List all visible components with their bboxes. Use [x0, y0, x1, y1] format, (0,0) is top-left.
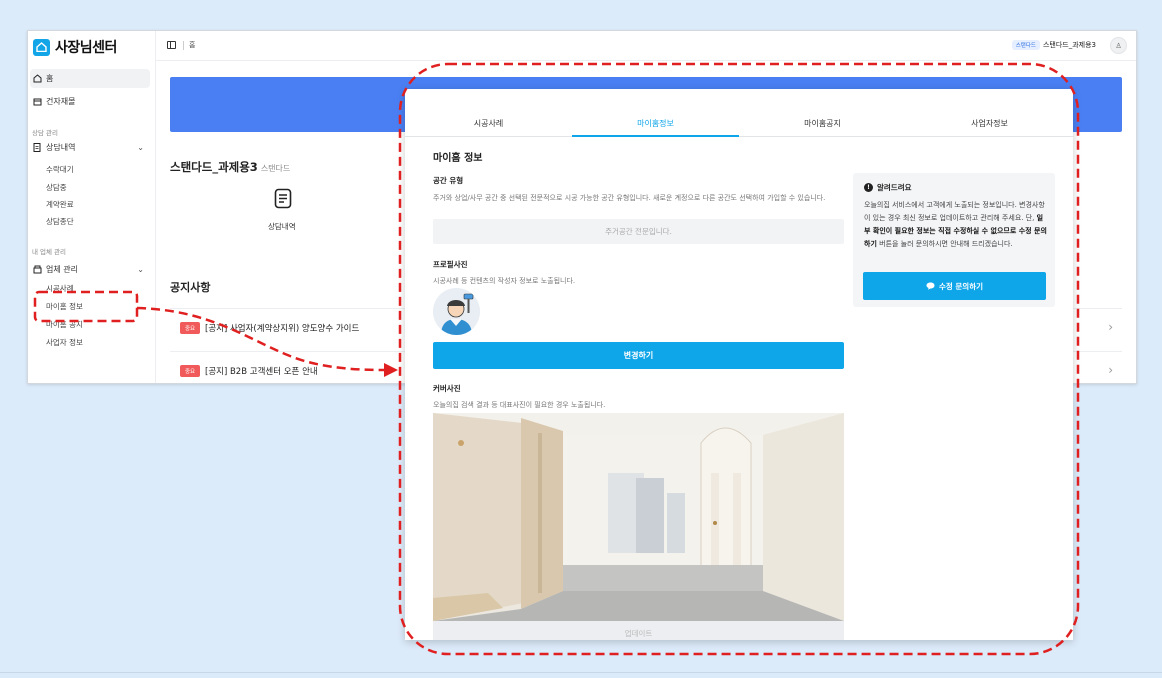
space-type-field: 주거공간 전문입니다. [433, 219, 844, 244]
company-name: 스탠다드_과제용3 스탠다드 [170, 159, 290, 175]
important-badge: 중요 [180, 322, 200, 334]
avatar[interactable]: ♙ [1110, 37, 1127, 54]
sidebar-sub-pending[interactable]: 수락대기 [46, 164, 74, 175]
tab-business-info[interactable]: 사업자정보 [906, 111, 1073, 136]
home-icon [32, 74, 42, 84]
myhome-info-popup: 시공사례 마이홈정보 마이홈공지 사업자정보 마이홈 정보 공간 유형 주거와 … [405, 89, 1073, 640]
info-title: ! 알려드려요 [864, 182, 912, 193]
company-name-text: 스탠다드_과제용3 [170, 160, 258, 174]
info-body: 오늘의집 서비스에서 고객에게 노출되는 정보입니다. 변경사항이 있는 경우 … [864, 199, 1048, 251]
sidebar-item-label: 건자재몰 [46, 97, 76, 106]
panel-toggle-icon[interactable] [167, 41, 176, 49]
sidebar-item-home[interactable]: 홈 [30, 69, 150, 88]
sidebar-sub-ended[interactable]: 상담종단 [46, 216, 74, 227]
notice-title: 공지사항 [170, 281, 211, 294]
group-label-consult: 상담 관리 [32, 129, 58, 137]
space-type-desc: 주거와 상업/사무 공간 중 선택된 전문적으로 시공 가능한 공간 유형입니다… [433, 194, 826, 202]
important-badge: 중요 [180, 365, 200, 377]
consult-history-label[interactable]: 상담내역 [268, 221, 296, 232]
tab-cases[interactable]: 시공사례 [405, 111, 572, 136]
cover-heading: 커버사진 [433, 384, 461, 393]
sidebar-item-label: 업체 관리 [46, 265, 78, 274]
topbar: 홈 스탠다드 스탠다드_과제용3 ♙ [156, 31, 1136, 61]
breadcrumb[interactable]: 홈 [189, 40, 195, 50]
company-tier: 스탠다드 [260, 164, 291, 173]
tab-bar: 시공사례 마이홈정보 마이홈공지 사업자정보 [405, 111, 1073, 137]
divider [0, 672, 1162, 673]
chevron-down-icon: ⌄ [137, 265, 144, 274]
space-type-heading: 공간 유형 [433, 176, 464, 185]
document-icon [32, 143, 42, 153]
sidebar-item-consult[interactable]: 상담내역 ⌄ [30, 138, 150, 157]
info-line1: 오늘의집 서비스에서 고객에게 노출되는 정보입니다. [864, 201, 1017, 209]
sidebar-sub-contracted[interactable]: 계약완료 [46, 199, 74, 210]
section-title: 마이홈 정보 [433, 153, 483, 164]
plan-badge: 스탠다드 [1011, 40, 1040, 50]
notice-text[interactable]: [공지] 사업자(계약상지위) 양도양수 가이드 [205, 322, 359, 334]
logo[interactable]: 사장님센터 [33, 37, 117, 57]
info-line3: 버튼을 눌러 문의하시면 안내해 드리겠습니다. [879, 240, 1013, 248]
store-icon [32, 97, 42, 107]
tab-myhome-info[interactable]: 마이홈정보 [572, 111, 739, 137]
sidebar-sub-myhome-notice[interactable]: 마이홈 공지 [46, 319, 83, 330]
sidebar: 사장님센터 홈 건자재몰 상담 관리 상담내역 ⌄ 수락대기 상담중 계약완료 … [28, 31, 156, 383]
sidebar-item-company[interactable]: 업체 관리 ⌄ [30, 260, 150, 279]
info-title-text: 알려드려요 [877, 183, 912, 192]
chevron-down-icon: ⌄ [137, 143, 144, 152]
notice-text[interactable]: [공지] B2B 고객센터 오픈 안내 [205, 365, 318, 377]
sidebar-item-label: 홈 [46, 74, 54, 83]
request-edit-label: 수정 문의하기 [938, 281, 983, 291]
divider [183, 41, 184, 50]
change-profile-button[interactable]: 변경하기 [433, 342, 844, 369]
sidebar-sub-business-info[interactable]: 사업자 정보 [46, 337, 83, 348]
profile-heading: 프로필사진 [433, 260, 468, 269]
house-logo-icon [33, 38, 50, 56]
profile-desc: 시공사례 등 컨텐츠의 작성자 정보로 노출됩니다. [433, 277, 576, 285]
user-icon: ♙ [1115, 41, 1122, 50]
chevron-right-icon: › [1108, 320, 1113, 334]
sidebar-sub-myhome-info[interactable]: 마이홈 정보 [46, 301, 83, 312]
request-edit-button[interactable]: 수정 문의하기 [863, 272, 1046, 300]
user-name[interactable]: 스탠다드_과제용3 [1043, 40, 1096, 50]
tab-myhome-notice[interactable]: 마이홈공지 [739, 111, 906, 136]
consult-history-icon[interactable] [274, 188, 292, 209]
notice-info-box: ! 알려드려요 오늘의집 서비스에서 고객에게 노출되는 정보입니다. 변경사항… [853, 173, 1055, 307]
update-cover-button[interactable]: 업데이트 [433, 621, 844, 640]
building-icon [32, 265, 42, 275]
sidebar-item-label: 상담내역 [46, 143, 76, 152]
sidebar-item-materials[interactable]: 건자재몰 [30, 92, 150, 111]
info-icon: ! [864, 183, 873, 192]
chevron-right-icon: › [1108, 363, 1113, 377]
group-label-company: 내 업체 관리 [32, 248, 67, 256]
cover-photo [433, 413, 844, 621]
sidebar-sub-cases[interactable]: 시공사례 [46, 283, 74, 294]
cover-desc: 오늘의집 검색 결과 등 대표사진이 필요한 경우 노출됩니다. [433, 401, 606, 409]
worker-avatar-icon [433, 288, 480, 335]
chat-bubble-icon [926, 282, 935, 290]
app-name: 사장님센터 [55, 40, 117, 56]
profile-avatar [433, 288, 480, 335]
sidebar-sub-in-progress[interactable]: 상담중 [46, 182, 67, 193]
